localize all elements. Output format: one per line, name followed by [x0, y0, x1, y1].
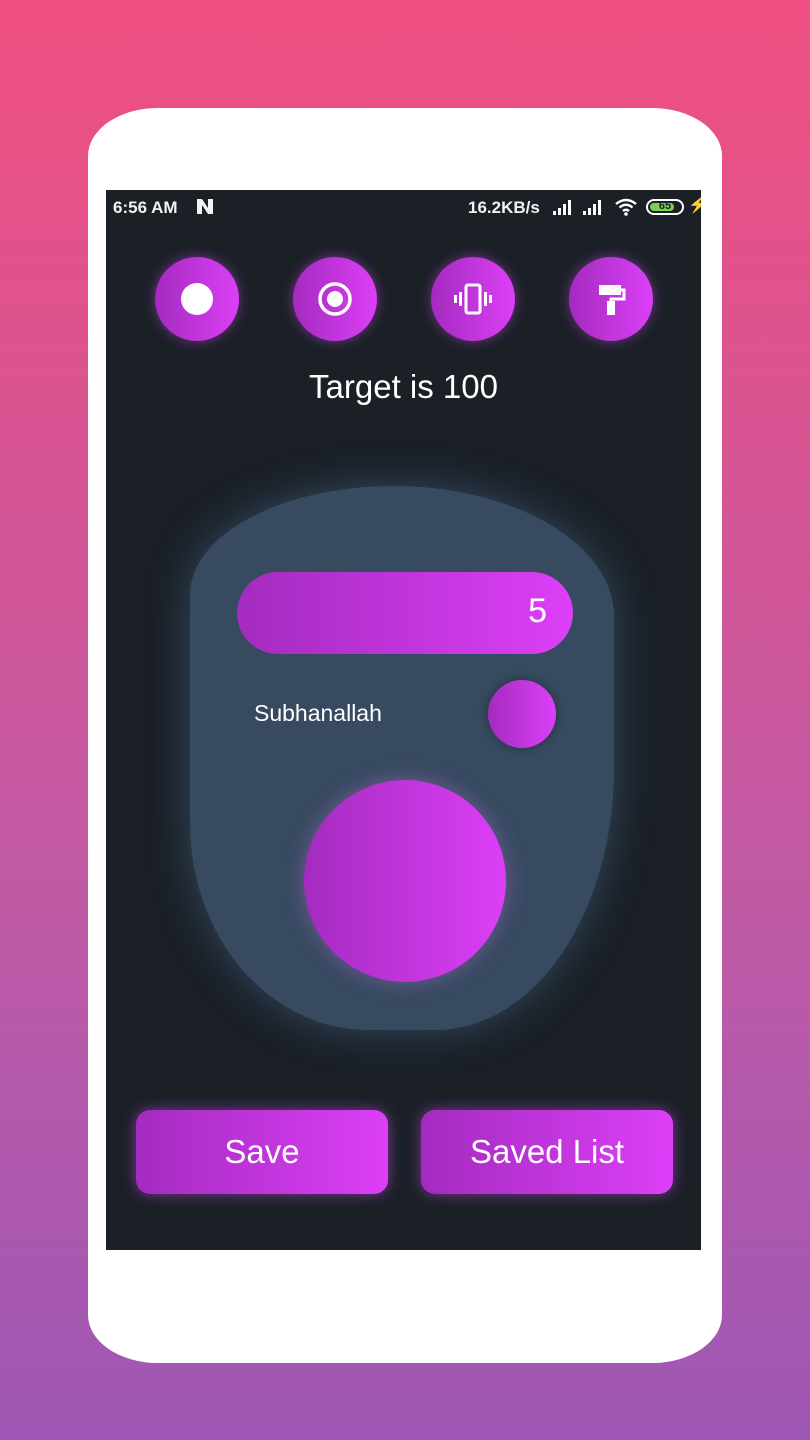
- battery-level: 65: [658, 200, 672, 212]
- paint-roller-icon: [599, 285, 626, 315]
- target-label: Target is 100: [309, 368, 498, 405]
- vibrate-toggle-button[interactable]: [431, 257, 515, 341]
- saved-list-button[interactable]: Saved List: [421, 1110, 673, 1194]
- dhikr-label: Subhanallah: [254, 700, 382, 726]
- reset-button[interactable]: [488, 680, 556, 748]
- app-screen: 6:56 AM 16.2KB/s 65 ⚡ Target is 100 5 Su…: [106, 190, 701, 1250]
- signal-icon: [553, 200, 571, 215]
- wifi-icon: [615, 198, 637, 216]
- radio-target-icon: [318, 282, 352, 316]
- theme-solid-button[interactable]: [155, 257, 239, 341]
- status-bar: 6:56 AM 16.2KB/s 65 ⚡: [106, 190, 701, 224]
- battery-icon: 65: [646, 199, 684, 215]
- save-button[interactable]: Save: [136, 1110, 388, 1194]
- network-speed: 16.2KB/s: [468, 198, 540, 217]
- status-time: 6:56 AM: [113, 198, 178, 217]
- count-tap-button[interactable]: [304, 780, 506, 982]
- charging-bolt-icon: ⚡: [688, 197, 701, 214]
- count-display: 5: [237, 572, 573, 654]
- theme-color-button[interactable]: [569, 257, 653, 341]
- theme-ring-button[interactable]: [293, 257, 377, 341]
- count-value: 5: [528, 592, 547, 630]
- vibrate-icon: [454, 283, 492, 315]
- n-notification-icon: [197, 199, 213, 214]
- filled-circle-icon: [181, 283, 213, 315]
- signal-icon: [583, 200, 601, 215]
